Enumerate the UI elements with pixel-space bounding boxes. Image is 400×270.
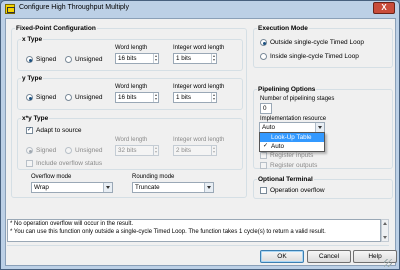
adapt-to-source-label: Adapt to source [36, 127, 82, 134]
overflow-mode-select[interactable]: Wrap [31, 182, 113, 193]
xy-word-length-value: 32 bits [118, 147, 137, 154]
resize-grip-icon[interactable] [384, 259, 392, 267]
xy-word-length-spinner[interactable] [153, 146, 158, 155]
y-integer-word-length-input[interactable]: 1 bits [173, 92, 217, 103]
title-bar[interactable]: Configure High Throughput Multiply X [1, 1, 399, 17]
xy-word-length-input[interactable]: 32 bits [115, 145, 159, 156]
outside-timed-loop-label: Outside single-cycle Timed Loop [270, 39, 364, 46]
y-type-title: y Type [21, 75, 44, 82]
pipelining-stages-input[interactable]: 0 [260, 103, 272, 114]
message-box: * No operation overflow will occur in th… [7, 219, 381, 242]
y-word-length-spinner[interactable] [153, 93, 158, 102]
y-unsigned-radio[interactable] [65, 94, 72, 101]
execution-mode-title: Execution Mode [257, 25, 309, 32]
fixed-point-config-title: Fixed-Point Configuration [15, 25, 97, 32]
xy-integer-word-length-spinner[interactable] [211, 146, 216, 155]
window-title: Configure High Throughput Multiply [19, 4, 129, 11]
outside-timed-loop-radio[interactable] [260, 39, 267, 46]
ok-button[interactable]: OK [260, 250, 304, 263]
labview-vi-icon [5, 4, 15, 14]
xy-integer-word-length-label: Integer word length [173, 137, 225, 143]
include-overflow-status-label: Include overflow status [36, 160, 103, 167]
xy-signed-radio[interactable] [26, 147, 33, 154]
dialog-window: Configure High Throughput Multiply X Fix… [0, 0, 400, 270]
y-integer-word-length-label: Integer word length [173, 84, 225, 90]
optional-terminal-title: Optional Terminal [257, 176, 314, 183]
rounding-mode-label: Rounding mode [132, 174, 175, 180]
y-word-length-input[interactable]: 16 bits [115, 92, 159, 103]
dropdown-option-auto-label: Auto [271, 143, 284, 150]
chevron-down-icon[interactable] [204, 183, 213, 192]
include-overflow-status-checkbox[interactable] [26, 160, 33, 167]
xy-unsigned-radio[interactable] [65, 147, 72, 154]
operation-overflow-label: Operation overflow [270, 187, 325, 194]
xy-integer-word-length-input[interactable]: 2 bits [173, 145, 217, 156]
close-button[interactable]: X [373, 2, 395, 14]
register-inputs-checkbox[interactable] [260, 152, 267, 159]
implementation-resource-dropdown: Look-Up Table ✓ Auto [259, 132, 325, 152]
operation-overflow-checkbox[interactable] [260, 187, 267, 194]
checkmark-icon: ✓ [263, 143, 269, 149]
register-inputs-label: Register inputs [270, 152, 314, 159]
pipelining-stages-value: 0 [263, 105, 267, 112]
adapt-to-source-checkbox[interactable]: ✓ [26, 127, 33, 134]
xy-type-title: x*y Type [21, 115, 50, 122]
y-integer-word-length-value: 1 bits [176, 94, 192, 101]
x-unsigned-radio[interactable] [65, 56, 72, 63]
xy-word-length-label: Word length [115, 137, 148, 143]
x-integer-word-length-label: Integer word length [173, 45, 225, 51]
y-word-length-label: Word length [115, 84, 148, 90]
x-unsigned-label: Unsigned [75, 56, 103, 63]
dropdown-option-look-up-table[interactable]: Look-Up Table [260, 133, 324, 142]
x-integer-word-length-spinner[interactable] [211, 54, 216, 63]
xy-integer-word-length-value: 2 bits [176, 147, 192, 154]
y-word-length-value: 16 bits [118, 94, 137, 101]
execution-mode-group [253, 28, 393, 68]
implementation-resource-value: Auto [262, 124, 275, 131]
x-signed-radio[interactable] [26, 56, 33, 63]
x-integer-word-length-value: 1 bits [176, 55, 192, 62]
x-type-title: x Type [21, 36, 44, 43]
dropdown-option-auto[interactable]: ✓ Auto [260, 142, 324, 151]
cancel-button[interactable]: Cancel [307, 250, 351, 263]
rounding-mode-value: Truncate [135, 184, 160, 191]
y-unsigned-label: Unsigned [75, 94, 103, 101]
register-outputs-checkbox[interactable] [260, 162, 267, 169]
y-integer-word-length-spinner[interactable] [211, 93, 216, 102]
rounding-mode-select[interactable]: Truncate [132, 182, 214, 193]
register-outputs-label: Register outputs [270, 162, 318, 169]
x-word-length-value: 16 bits [118, 55, 137, 62]
x-integer-word-length-input[interactable]: 1 bits [173, 53, 217, 64]
button-row-divider [7, 245, 389, 246]
pipelining-stages-label: Number of pipelining stages [260, 96, 335, 102]
xy-signed-label: Signed [36, 147, 57, 154]
message-line: * You can use this function only outside… [10, 228, 326, 235]
inside-timed-loop-label: Inside single-cycle Timed Loop [270, 53, 359, 60]
y-signed-radio[interactable] [26, 94, 33, 101]
x-word-length-spinner[interactable] [153, 54, 158, 63]
pipelining-options-title: Pipelining Options [257, 86, 317, 93]
overflow-mode-value: Wrap [34, 184, 49, 191]
x-signed-label: Signed [36, 56, 57, 63]
chevron-down-icon[interactable] [315, 123, 324, 132]
y-signed-label: Signed [36, 94, 57, 101]
overflow-mode-label: Overflow mode [31, 174, 72, 180]
x-word-length-input[interactable]: 16 bits [115, 53, 159, 64]
xy-unsigned-label: Unsigned [75, 147, 103, 154]
message-line: * No operation overflow will occur in th… [10, 221, 134, 227]
message-scrollbar[interactable] [381, 219, 389, 242]
x-word-length-label: Word length [115, 45, 148, 51]
inside-timed-loop-radio[interactable] [260, 53, 267, 60]
chevron-down-icon[interactable] [103, 183, 112, 192]
